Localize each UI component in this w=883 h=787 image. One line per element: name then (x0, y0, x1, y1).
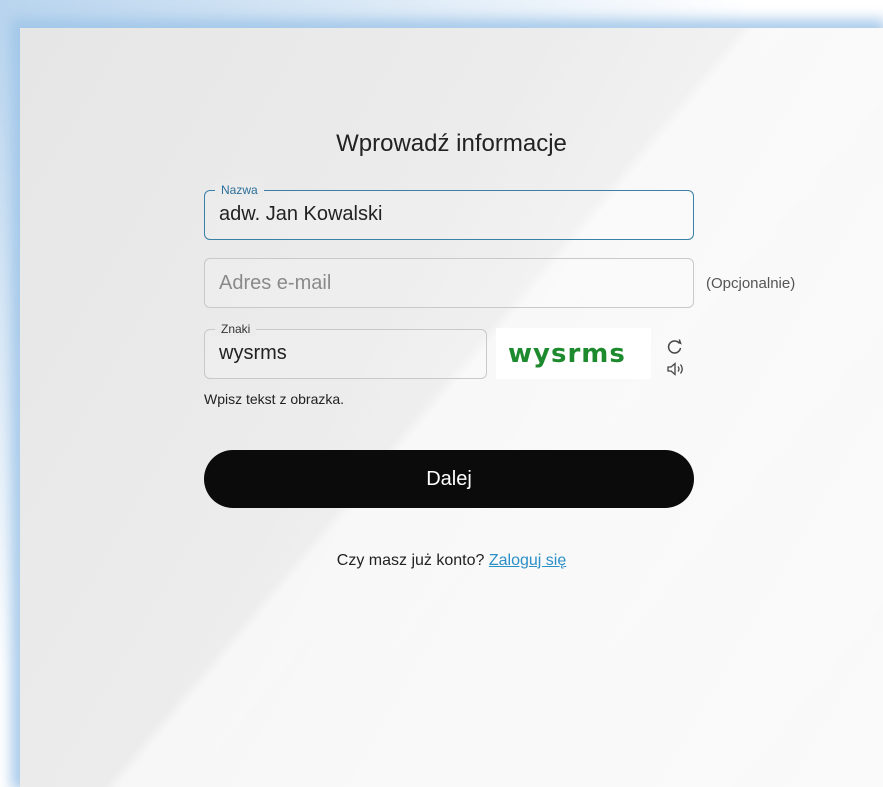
login-prompt-text: Czy masz już konto? (336, 552, 485, 569)
signup-panel: Wprowadź informacje Nazwa adw. Jan Kowal… (20, 28, 883, 787)
email-field-placeholder[interactable]: Adres e-mail (219, 272, 331, 295)
login-prompt-line: Czy masz już konto? Zaloguj się (20, 552, 883, 570)
name-field-label: Nazwa (215, 183, 264, 197)
captcha-field-value[interactable]: wysrms (219, 342, 287, 365)
svg-text:wysrms: wysrms (508, 339, 626, 369)
refresh-icon[interactable] (665, 337, 687, 357)
captcha-hint: Wpisz tekst z obrazka. (204, 391, 345, 407)
name-field-value[interactable]: adw. Jan Kowalski (219, 203, 382, 226)
captcha-image-text: wysrms (508, 339, 626, 369)
page-title: Wprowadź informacje (336, 130, 567, 157)
login-link[interactable]: Zaloguj się (489, 552, 566, 569)
captcha-field-label: Znaki (215, 322, 257, 336)
email-optional-label: (Opcjonalnie) (706, 275, 796, 292)
next-button[interactable]: Dalej (204, 450, 694, 508)
speaker-icon[interactable] (665, 359, 687, 379)
captcha-input[interactable]: Znaki wysrms (204, 322, 487, 379)
captcha-controls (665, 337, 689, 381)
captcha-image: wysrms (496, 328, 651, 379)
name-field[interactable]: Nazwa adw. Jan Kowalski (204, 183, 694, 240)
email-field[interactable]: Adres e-mail (204, 258, 694, 308)
